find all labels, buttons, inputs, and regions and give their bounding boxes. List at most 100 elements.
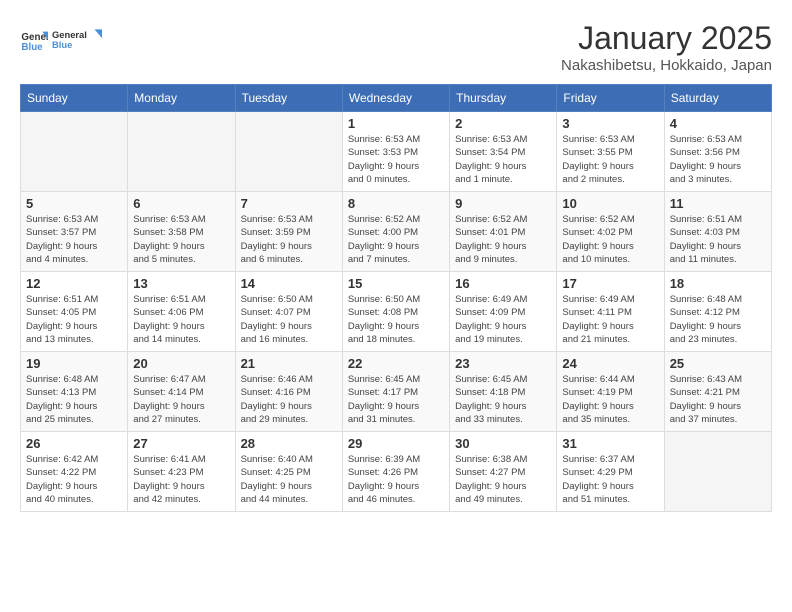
calendar-cell: 2 Sunrise: 6:53 AMSunset: 3:54 PMDaylight… — [450, 112, 557, 192]
day-detail: Sunrise: 6:41 AMSunset: 4:23 PMDaylight:… — [133, 453, 229, 506]
weekday-header: Monday — [128, 85, 235, 112]
day-number: 26 — [26, 436, 122, 451]
day-number: 20 — [133, 356, 229, 371]
day-number: 5 — [26, 196, 122, 211]
calendar-week-row: 12 Sunrise: 6:51 AMSunset: 4:05 PMDayligh… — [21, 272, 772, 352]
day-detail: Sunrise: 6:53 AMSunset: 3:59 PMDaylight:… — [241, 213, 337, 266]
calendar-cell: 9Sunrise: 6:52 AMSunset: 4:01 PMDaylight… — [450, 192, 557, 272]
calendar-cell: 13Sunrise: 6:51 AMSunset: 4:06 PMDayligh… — [128, 272, 235, 352]
calendar-cell — [664, 432, 771, 512]
day-detail: Sunrise: 6:44 AMSunset: 4:19 PMDaylight:… — [562, 373, 658, 426]
weekday-header: Saturday — [664, 85, 771, 112]
day-number: 29 — [348, 436, 444, 451]
day-number: 4 — [670, 116, 766, 131]
day-number: 22 — [348, 356, 444, 371]
day-detail: Sunrise: 6:39 AMSunset: 4:26 PMDaylight:… — [348, 453, 444, 506]
day-detail: Sunrise: 6:51 AMSunset: 4:06 PMDaylight:… — [133, 293, 229, 346]
svg-text:General: General — [52, 30, 87, 40]
day-number: 3 — [562, 116, 658, 131]
day-number: 21 — [241, 356, 337, 371]
day-number: 8 — [348, 196, 444, 211]
calendar-cell: 22 Sunrise: 6:45 AMSunset: 4:17 PMDayligh… — [342, 352, 449, 432]
day-detail: Sunrise: 6:45 AMSunset: 4:18 PMDaylight:… — [455, 373, 551, 426]
day-number: 24 — [562, 356, 658, 371]
day-number: 31 — [562, 436, 658, 451]
calendar-cell: 10 Sunrise: 6:52 AMSunset: 4:02 PMDayligh… — [557, 192, 664, 272]
calendar-cell: 8 Sunrise: 6:52 AMSunset: 4:00 PMDaylight… — [342, 192, 449, 272]
calendar-week-row: 1Sunrise: 6:53 AMSunset: 3:53 PMDaylight… — [21, 112, 772, 192]
day-detail: Sunrise: 6:46 AMSunset: 4:16 PMDaylight:… — [241, 373, 337, 426]
calendar-title: January 2025 — [561, 20, 772, 57]
weekday-header: Wednesday — [342, 85, 449, 112]
svg-text:Blue: Blue — [52, 40, 72, 50]
day-number: 10 — [562, 196, 658, 211]
page-header: General Blue General Blue January 2025 N… — [20, 20, 772, 74]
logo-graphic: General Blue — [52, 20, 102, 60]
calendar-header-row: SundayMondayTuesdayWednesdayThursdayFrid… — [21, 85, 772, 112]
day-number: 23 — [455, 356, 551, 371]
calendar-cell: 3 Sunrise: 6:53 AMSunset: 3:55 PMDaylight… — [557, 112, 664, 192]
calendar-cell: 31 Sunrise: 6:37 AMSunset: 4:29 PMDayligh… — [557, 432, 664, 512]
calendar-table: SundayMondayTuesdayWednesdayThursdayFrid… — [20, 84, 772, 512]
calendar-cell: 6 Sunrise: 6:53 AMSunset: 3:58 PMDaylight… — [128, 192, 235, 272]
day-number: 25 — [670, 356, 766, 371]
calendar-cell: 14 Sunrise: 6:50 AMSunset: 4:07 PMDayligh… — [235, 272, 342, 352]
day-number: 2 — [455, 116, 551, 131]
day-detail: Sunrise: 6:53 AMSunset: 3:56 PMDaylight:… — [670, 133, 766, 186]
calendar-cell: 12 Sunrise: 6:51 AMSunset: 4:05 PMDayligh… — [21, 272, 128, 352]
day-detail: Sunrise: 6:53 AMSunset: 3:53 PMDaylight:… — [348, 133, 444, 186]
day-number: 9 — [455, 196, 551, 211]
day-detail: Sunrise: 6:51 AMSunset: 4:05 PMDaylight:… — [26, 293, 122, 346]
day-detail: Sunrise: 6:37 AMSunset: 4:29 PMDaylight:… — [562, 453, 658, 506]
day-detail: Sunrise: 6:53 AMSunset: 3:55 PMDaylight:… — [562, 133, 658, 186]
title-block: January 2025 Nakashibetsu, Hokkaido, Jap… — [561, 20, 772, 74]
day-detail: Sunrise: 6:53 AMSunset: 3:58 PMDaylight:… — [133, 213, 229, 266]
day-number: 19 — [26, 356, 122, 371]
calendar-cell: 18Sunrise: 6:48 AMSunset: 4:12 PMDayligh… — [664, 272, 771, 352]
day-number: 27 — [133, 436, 229, 451]
calendar-cell: 24 Sunrise: 6:44 AMSunset: 4:19 PMDayligh… — [557, 352, 664, 432]
day-detail: Sunrise: 6:52 AMSunset: 4:00 PMDaylight:… — [348, 213, 444, 266]
day-detail: Sunrise: 6:45 AMSunset: 4:17 PMDaylight:… — [348, 373, 444, 426]
weekday-header: Thursday — [450, 85, 557, 112]
day-detail: Sunrise: 6:43 AMSunset: 4:21 PMDaylight:… — [670, 373, 766, 426]
day-number: 6 — [133, 196, 229, 211]
day-number: 14 — [241, 276, 337, 291]
day-number: 7 — [241, 196, 337, 211]
calendar-week-row: 5 Sunrise: 6:53 AMSunset: 3:57 PMDaylight… — [21, 192, 772, 272]
calendar-cell: 27 Sunrise: 6:41 AMSunset: 4:23 PMDayligh… — [128, 432, 235, 512]
calendar-cell: 16Sunrise: 6:49 AMSunset: 4:09 PMDayligh… — [450, 272, 557, 352]
calendar-cell: 26 Sunrise: 6:42 AMSunset: 4:22 PMDayligh… — [21, 432, 128, 512]
day-number: 18 — [670, 276, 766, 291]
calendar-week-row: 26 Sunrise: 6:42 AMSunset: 4:22 PMDayligh… — [21, 432, 772, 512]
day-detail: Sunrise: 6:49 AMSunset: 4:09 PMDaylight:… — [455, 293, 551, 346]
calendar-cell: 25 Sunrise: 6:43 AMSunset: 4:21 PMDayligh… — [664, 352, 771, 432]
day-detail: Sunrise: 6:53 AMSunset: 3:57 PMDaylight:… — [26, 213, 122, 266]
weekday-header: Friday — [557, 85, 664, 112]
day-detail: Sunrise: 6:42 AMSunset: 4:22 PMDaylight:… — [26, 453, 122, 506]
logo: General Blue General Blue — [20, 20, 102, 60]
day-detail: Sunrise: 6:50 AMSunset: 4:08 PMDaylight:… — [348, 293, 444, 346]
day-number: 28 — [241, 436, 337, 451]
calendar-week-row: 19 Sunrise: 6:48 AMSunset: 4:13 PMDayligh… — [21, 352, 772, 432]
calendar-cell: 19 Sunrise: 6:48 AMSunset: 4:13 PMDayligh… — [21, 352, 128, 432]
calendar-subtitle: Nakashibetsu, Hokkaido, Japan — [561, 57, 772, 74]
calendar-cell: 1Sunrise: 6:53 AMSunset: 3:53 PMDaylight… — [342, 112, 449, 192]
calendar-cell: 29 Sunrise: 6:39 AMSunset: 4:26 PMDayligh… — [342, 432, 449, 512]
day-detail: Sunrise: 6:51 AMSunset: 4:03 PMDaylight:… — [670, 213, 766, 266]
weekday-header: Sunday — [21, 85, 128, 112]
calendar-cell: 20Sunrise: 6:47 AMSunset: 4:14 PMDayligh… — [128, 352, 235, 432]
day-detail: Sunrise: 6:48 AMSunset: 4:13 PMDaylight:… — [26, 373, 122, 426]
calendar-cell: 11 Sunrise: 6:51 AMSunset: 4:03 PMDayligh… — [664, 192, 771, 272]
day-detail: Sunrise: 6:50 AMSunset: 4:07 PMDaylight:… — [241, 293, 337, 346]
calendar-cell: 23 Sunrise: 6:45 AMSunset: 4:18 PMDayligh… — [450, 352, 557, 432]
day-detail: Sunrise: 6:53 AMSunset: 3:54 PMDaylight:… — [455, 133, 551, 186]
day-number: 15 — [348, 276, 444, 291]
calendar-cell: 21 Sunrise: 6:46 AMSunset: 4:16 PMDayligh… — [235, 352, 342, 432]
day-number: 12 — [26, 276, 122, 291]
day-detail: Sunrise: 6:38 AMSunset: 4:27 PMDaylight:… — [455, 453, 551, 506]
calendar-cell: 7 Sunrise: 6:53 AMSunset: 3:59 PMDaylight… — [235, 192, 342, 272]
day-number: 11 — [670, 196, 766, 211]
day-number: 30 — [455, 436, 551, 451]
day-detail: Sunrise: 6:52 AMSunset: 4:02 PMDaylight:… — [562, 213, 658, 266]
